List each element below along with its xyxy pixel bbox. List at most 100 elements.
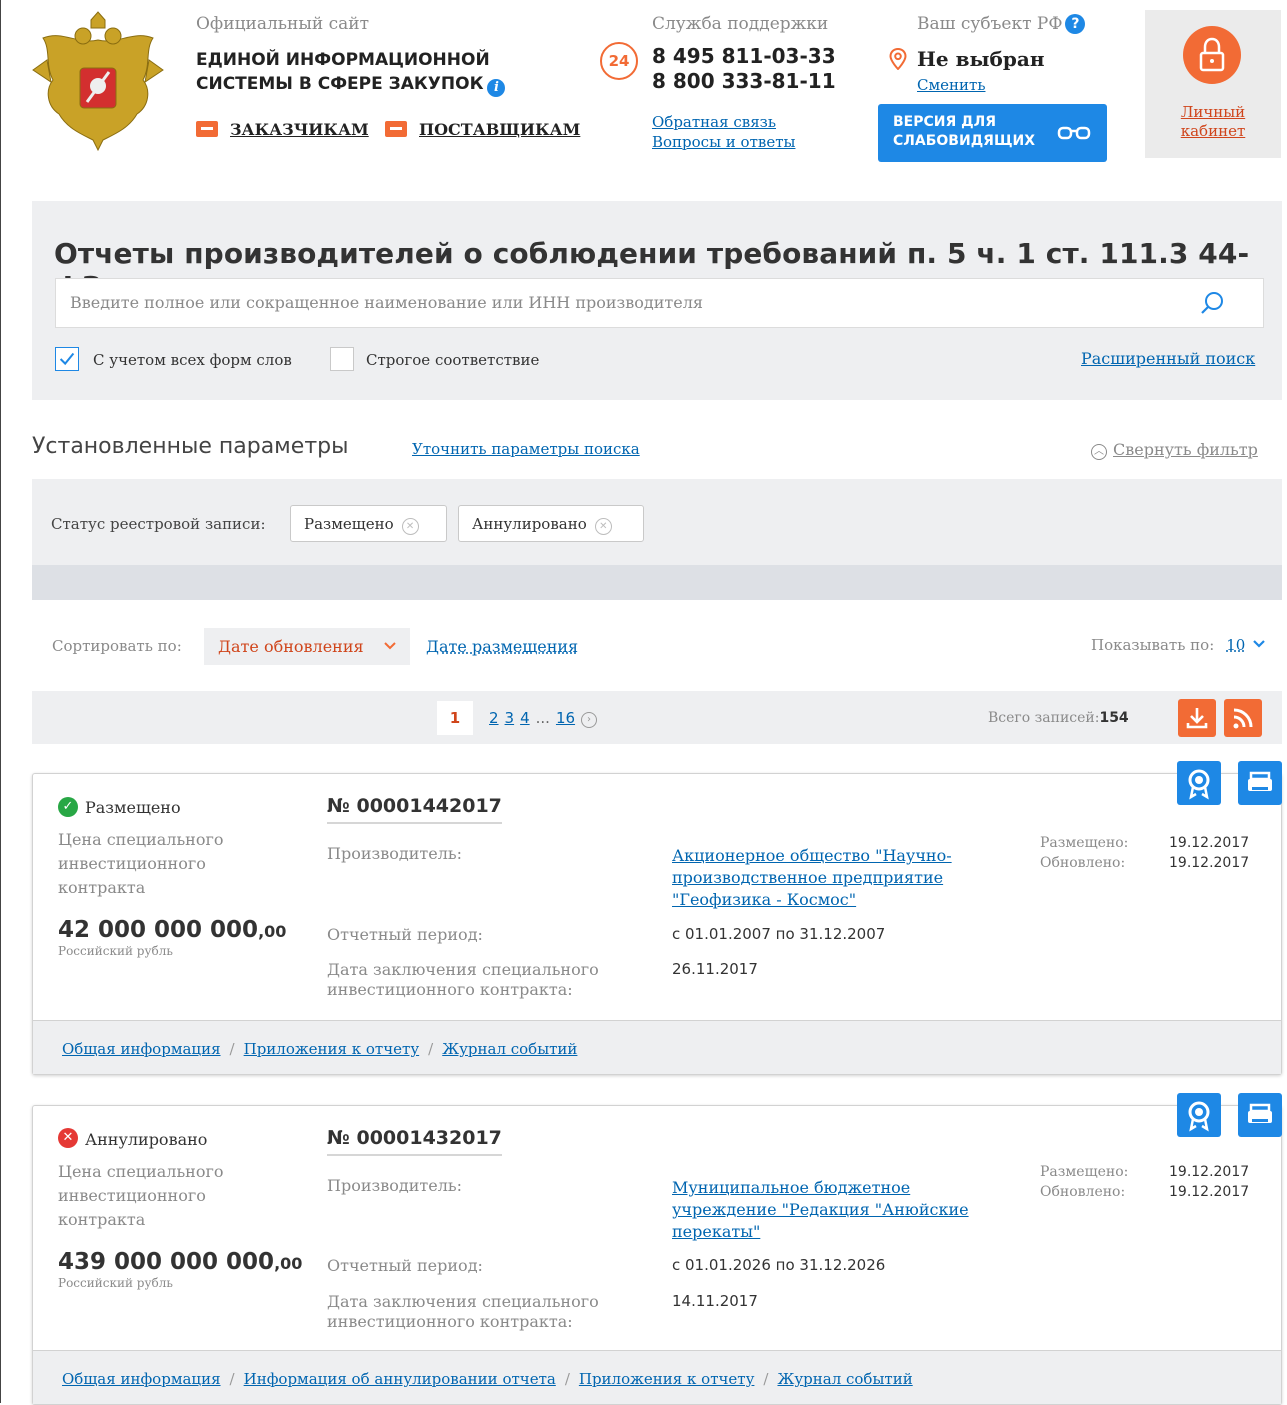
manufacturer-link[interactable]: Муниципальное бюджетное учреждение "Реда…: [672, 1177, 972, 1243]
status-ok-icon: ✓: [58, 797, 78, 817]
page-ellipsis: ...: [535, 709, 550, 727]
record-number[interactable]: № 00001442017: [327, 795, 502, 824]
sort-by-update-date[interactable]: Дате обновления: [204, 628, 410, 665]
page-size-label: Показывать по:: [1091, 636, 1215, 654]
collapse-filter-link[interactable]: ︿ Свернуть фильтр: [1091, 440, 1258, 460]
contract-date-label: Дата заключения специального инвестицион…: [327, 960, 599, 999]
support-label: Служба поддержки: [652, 14, 829, 34]
page-link[interactable]: 2: [489, 709, 499, 727]
print-button[interactable]: [1238, 1093, 1282, 1137]
glasses-icon: [1057, 126, 1091, 140]
period-label: Отчетный период:: [327, 925, 483, 944]
total-label: Всего записей:: [988, 710, 1100, 726]
rss-icon: [1233, 708, 1253, 729]
region-value: Не выбран: [917, 47, 1045, 71]
period-value: с 01.01.2007 по 31.12.2007: [672, 925, 886, 943]
updated-value: 19.12.2017: [1169, 1184, 1250, 1200]
link-event-log[interactable]: Журнал событий: [777, 1370, 912, 1388]
feedback-link[interactable]: Обратная связь: [652, 112, 795, 132]
pagination: 2 3 4... 16 ›: [489, 709, 603, 728]
download-icon: [1186, 708, 1208, 729]
cabinet-label-line2: кабинет: [1180, 122, 1246, 140]
updated-label: Обновлено:: [1040, 855, 1126, 871]
contract-date-label: Дата заключения специального инвестицион…: [327, 1292, 599, 1331]
manufacturer-link[interactable]: Акционерное общество "Научно-производств…: [672, 845, 972, 911]
remove-icon[interactable]: ✕: [401, 518, 419, 535]
manufacturer-label: Производитель:: [327, 844, 462, 863]
chip-label: Размещено: [304, 515, 394, 533]
record-status: Аннулировано: [85, 1130, 208, 1149]
sort-by-publish-date[interactable]: Дате размещения: [426, 637, 578, 656]
help-icon[interactable]: ?: [1065, 14, 1086, 34]
strict-match-checkbox[interactable]: [330, 347, 354, 371]
cabinet-label-line1: Личный: [1180, 103, 1246, 121]
record-links: Общая информация / Приложения к отчету / Жур…: [33, 1020, 1281, 1074]
support-links: Обратная связь Вопросы и ответы: [652, 112, 795, 152]
info-icon[interactable]: i: [487, 79, 506, 97]
next-page-icon[interactable]: ›: [581, 712, 598, 728]
advanced-search-link[interactable]: Расширенный поиск: [1081, 349, 1255, 368]
link-event-log[interactable]: Журнал событий: [442, 1040, 577, 1058]
status-cancelled-icon: ✕: [58, 1128, 78, 1148]
filter-chip-placed[interactable]: Размещено ✕: [290, 505, 447, 542]
page-size-control[interactable]: Показывать по: 10: [1091, 636, 1265, 654]
sort-label: Сортировать по:: [52, 637, 182, 655]
print-button[interactable]: [1238, 761, 1282, 805]
currency: Российский рубль: [58, 1276, 173, 1290]
region-change-link[interactable]: Сменить: [917, 76, 985, 94]
total-records: Всего записей:154: [988, 710, 1129, 726]
page-current: 1: [437, 701, 473, 735]
all-forms-checkbox[interactable]: [55, 347, 79, 371]
download-button[interactable]: [1178, 699, 1216, 737]
nav-suppliers-label: ПОСТАВЩИКАМ: [419, 120, 581, 139]
nav-suppliers[interactable]: ПОСТАВЩИКАМ: [385, 120, 580, 139]
page-link[interactable]: 4: [520, 709, 530, 727]
period-label: Отчетный период:: [327, 1256, 483, 1275]
chevron-up-icon: ︿: [1091, 444, 1107, 460]
dates-labels: Размещено: Обновлено:: [1040, 1162, 1128, 1202]
faq-link[interactable]: Вопросы и ответы: [652, 132, 795, 152]
personal-cabinet-label: Личный кабинет: [1145, 103, 1281, 141]
link-annulment-info[interactable]: Информация об аннулировании отчета: [244, 1370, 556, 1388]
dates-values: 19.12.2017 19.12.2017: [1169, 1162, 1249, 1202]
filter-chip-annulled[interactable]: Аннулировано ✕: [458, 505, 644, 542]
link-attachments[interactable]: Приложения к отчету: [579, 1370, 755, 1388]
search-icon[interactable]: [1199, 290, 1225, 316]
briefcase-icon: [196, 121, 218, 137]
link-attachments[interactable]: Приложения к отчету: [244, 1040, 420, 1058]
filter-panel-bottom: [32, 565, 1282, 600]
lock-icon: [1183, 26, 1241, 84]
certificate-button[interactable]: [1177, 761, 1221, 805]
record-status: Размещено: [85, 798, 181, 817]
params-title: Установленные параметры: [32, 434, 349, 459]
manufacturer-label: Производитель:: [327, 1176, 462, 1195]
region-label: Ваш субъект РФ?: [917, 14, 1086, 34]
sort-active-label: Дате обновления: [218, 637, 364, 656]
contract-date-value: 14.11.2017: [672, 1292, 758, 1310]
price-value: 439 000 000 000,00: [58, 1249, 302, 1275]
record-number[interactable]: № 00001432017: [327, 1127, 502, 1156]
personal-cabinet[interactable]: Личный кабинет: [1145, 10, 1281, 158]
refine-search-link[interactable]: Уточнить параметры поиска: [412, 440, 640, 458]
printer-icon: [1248, 771, 1272, 791]
rss-button[interactable]: [1224, 699, 1262, 737]
search-input[interactable]: Введите полное или сокращенное наименова…: [55, 278, 1264, 328]
link-general-info[interactable]: Общая информация: [62, 1370, 221, 1388]
chevron-down-icon: [1253, 640, 1265, 648]
low-vision-button[interactable]: ВЕРСИЯ ДЛЯ СЛАБОВИДЯЩИХ: [878, 104, 1107, 162]
remove-icon[interactable]: ✕: [594, 518, 612, 535]
placed-label: Размещено:: [1040, 1164, 1129, 1180]
nav-customers[interactable]: ЗАКАЗЧИКАМ: [196, 120, 369, 139]
certificate-button[interactable]: [1177, 1093, 1221, 1137]
price-dec: ,00: [258, 922, 287, 941]
checkmark-icon: [59, 352, 75, 366]
all-forms-label: С учетом всех форм слов: [93, 351, 292, 369]
price-dec: ,00: [274, 1254, 303, 1273]
link-general-info[interactable]: Общая информация: [62, 1040, 221, 1058]
chip-label: Аннулировано: [472, 515, 587, 533]
period-value: с 01.01.2026 по 31.12.2026: [672, 1256, 886, 1274]
page-link-last[interactable]: 16: [556, 709, 575, 727]
page-size-value[interactable]: 10: [1226, 636, 1245, 654]
page-link[interactable]: 3: [505, 709, 515, 727]
coat-of-arms-logo: [32, 11, 164, 152]
